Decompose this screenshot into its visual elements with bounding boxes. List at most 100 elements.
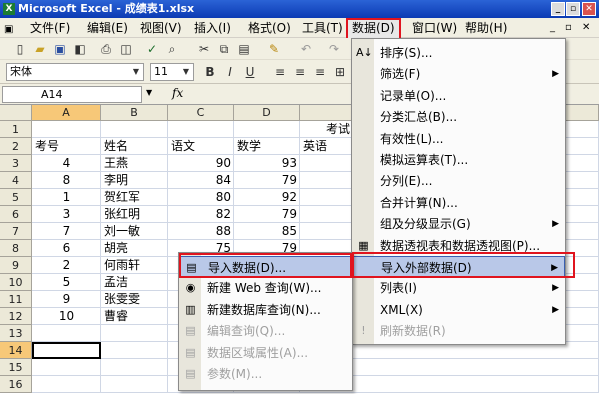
data-cell[interactable]: 85: [234, 223, 300, 240]
data-cell[interactable]: 84: [168, 172, 234, 189]
data-cell[interactable]: 8: [32, 172, 101, 189]
print-icon[interactable]: ⎙: [98, 41, 114, 57]
header-cell[interactable]: 语文: [168, 138, 234, 155]
menu-window[interactable]: 窗口(W): [412, 20, 457, 36]
row-header-5[interactable]: 5: [0, 189, 32, 206]
select-all-corner[interactable]: [0, 105, 32, 121]
row-header-13[interactable]: 13: [0, 325, 32, 342]
column-header-b[interactable]: B: [101, 105, 168, 121]
print-preview-icon[interactable]: ◫: [118, 41, 134, 57]
row-header-1[interactable]: 1: [0, 121, 32, 138]
row-header-7[interactable]: 7: [0, 223, 32, 240]
data-menu-item-3[interactable]: 分类汇总(B)...: [352, 106, 565, 128]
cell[interactable]: [101, 359, 168, 376]
data-cell[interactable]: 张雯雯: [101, 291, 168, 308]
data-cell[interactable]: 79: [234, 206, 300, 223]
menu-view[interactable]: 视图(V): [140, 20, 182, 36]
spelling-icon[interactable]: ✓: [144, 41, 160, 57]
data-cell[interactable]: 曹睿: [101, 308, 168, 325]
open-icon[interactable]: ▰: [32, 41, 48, 57]
underline-icon[interactable]: U: [242, 64, 258, 80]
bold-icon[interactable]: B: [202, 64, 218, 80]
minimize-button[interactable]: _: [551, 2, 565, 16]
data-menu-item-6[interactable]: 分列(E)...: [352, 170, 565, 192]
data-cell[interactable]: 3: [32, 206, 101, 223]
chevron-down-icon[interactable]: ▼: [130, 65, 142, 79]
menu-insert[interactable]: 插入(I): [194, 20, 231, 36]
row-header-2[interactable]: 2: [0, 138, 32, 155]
align-left-icon[interactable]: ≡: [272, 64, 288, 80]
data-cell[interactable]: 10: [32, 308, 101, 325]
data-cell[interactable]: 9: [32, 291, 101, 308]
chevron-down-icon[interactable]: ▼: [146, 88, 152, 97]
row-header-16[interactable]: 16: [0, 376, 32, 393]
undo-icon[interactable]: ↶: [298, 41, 314, 57]
data-cell[interactable]: 5: [32, 274, 101, 291]
data-cell[interactable]: 6: [32, 240, 101, 257]
cell[interactable]: [32, 376, 101, 393]
row-header-10[interactable]: 10: [0, 274, 32, 291]
cell[interactable]: [366, 359, 599, 376]
name-box[interactable]: A14: [2, 86, 142, 103]
cell[interactable]: [101, 325, 168, 342]
merge-center-icon[interactable]: ⊞: [332, 64, 348, 80]
permission-icon[interactable]: ◧: [72, 41, 88, 57]
cell[interactable]: [32, 325, 101, 342]
row-header-8[interactable]: 8: [0, 240, 32, 257]
data-menu-item-8[interactable]: 组及分级显示(G) ▶: [352, 213, 565, 235]
paste-icon[interactable]: ▤: [236, 41, 252, 57]
italic-icon[interactable]: I: [222, 64, 238, 80]
header-cell[interactable]: 数学: [234, 138, 300, 155]
data-cell[interactable]: 孟洁: [101, 274, 168, 291]
cut-icon[interactable]: ✂: [196, 41, 212, 57]
data-cell[interactable]: 李明: [101, 172, 168, 189]
data-menu-item-5[interactable]: 模拟运算表(T)...: [352, 149, 565, 171]
data-cell[interactable]: 82: [168, 206, 234, 223]
data-cell[interactable]: 7: [32, 223, 101, 240]
row-header-4[interactable]: 4: [0, 172, 32, 189]
cell[interactable]: [32, 121, 101, 138]
header-cell[interactable]: 考号: [32, 138, 101, 155]
column-header-d[interactable]: D: [234, 105, 300, 121]
row-header-3[interactable]: 3: [0, 155, 32, 172]
copy-icon[interactable]: ⧉: [216, 41, 232, 57]
row-header-11[interactable]: 11: [0, 291, 32, 308]
data-menu-item-11[interactable]: 列表(I) ▶: [352, 277, 565, 299]
import-menu-item-5[interactable]: ▤ 参数(M)...: [179, 363, 352, 385]
data-cell[interactable]: 1: [32, 189, 101, 206]
cell[interactable]: [168, 121, 234, 138]
font-size-box[interactable]: 11 ▼: [150, 63, 194, 81]
doc-restore-icon[interactable]: ▫: [565, 20, 572, 36]
close-button[interactable]: ✕: [582, 2, 596, 16]
data-menu-item-13[interactable]: ! 刷新数据(R): [352, 320, 565, 342]
data-cell[interactable]: 刘一敏: [101, 223, 168, 240]
save-icon[interactable]: ▣: [52, 41, 68, 57]
import-menu-item-1[interactable]: ◉ 新建 Web 查询(W)...: [179, 277, 352, 299]
data-cell[interactable]: 88: [168, 223, 234, 240]
import-menu-item-3[interactable]: ▤ 编辑查询(Q)...: [179, 320, 352, 342]
header-cell[interactable]: 姓名: [101, 138, 168, 155]
data-cell[interactable]: 胡亮: [101, 240, 168, 257]
data-cell[interactable]: 92: [234, 189, 300, 206]
data-cell[interactable]: 4: [32, 155, 101, 172]
data-menu-item-4[interactable]: 有效性(L)...: [352, 128, 565, 150]
data-cell[interactable]: 贺红军: [101, 189, 168, 206]
column-header-a[interactable]: A: [32, 105, 101, 121]
restore-button[interactable]: ▫: [566, 2, 580, 16]
cell[interactable]: [32, 359, 101, 376]
import-menu-item-4[interactable]: ▤ 数据区域属性(A)...: [179, 342, 352, 364]
data-menu-item-7[interactable]: 合并计算(N)...: [352, 192, 565, 214]
fx-icon[interactable]: fx: [172, 86, 183, 100]
data-cell[interactable]: 王燕: [101, 155, 168, 172]
import-menu-item-2[interactable]: ▥ 新建数据库查询(N)...: [179, 299, 352, 321]
font-name-box[interactable]: 宋体 ▼: [6, 63, 144, 81]
data-cell[interactable]: 张红明: [101, 206, 168, 223]
chevron-down-icon[interactable]: ▼: [180, 65, 192, 79]
data-cell[interactable]: 何雨轩: [101, 257, 168, 274]
cell[interactable]: [101, 376, 168, 393]
row-header-9[interactable]: 9: [0, 257, 32, 274]
new-icon[interactable]: ▯: [12, 41, 28, 57]
align-center-icon[interactable]: ≡: [292, 64, 308, 80]
data-cell[interactable]: 79: [234, 172, 300, 189]
cell[interactable]: [101, 342, 168, 359]
